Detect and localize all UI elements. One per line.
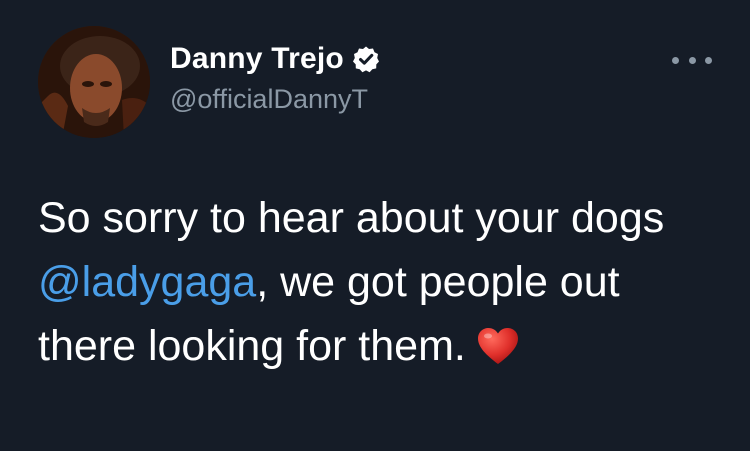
tweet-text-part1: So sorry to hear about your dogs [38,194,665,242]
author-handle[interactable]: @officialDannyT [170,84,368,115]
dot [688,56,696,64]
mention-link[interactable]: @ladygaga [38,258,256,306]
avatar-photo-icon [38,26,150,138]
author-name-row: Danny Trejo [170,42,380,76]
tweet-text: So sorry to hear about your dogs @ladyga… [38,186,728,378]
red-heart-icon [476,326,520,366]
dot [705,56,712,64]
more-options-icon[interactable] [672,50,712,70]
author-display-name[interactable]: Danny Trejo [170,42,344,76]
verified-badge-icon [352,45,380,73]
avatar[interactable] [38,26,150,138]
tweet-card: Danny Trejo @officialDannyT So sorry to … [0,0,750,451]
dot [672,56,679,64]
